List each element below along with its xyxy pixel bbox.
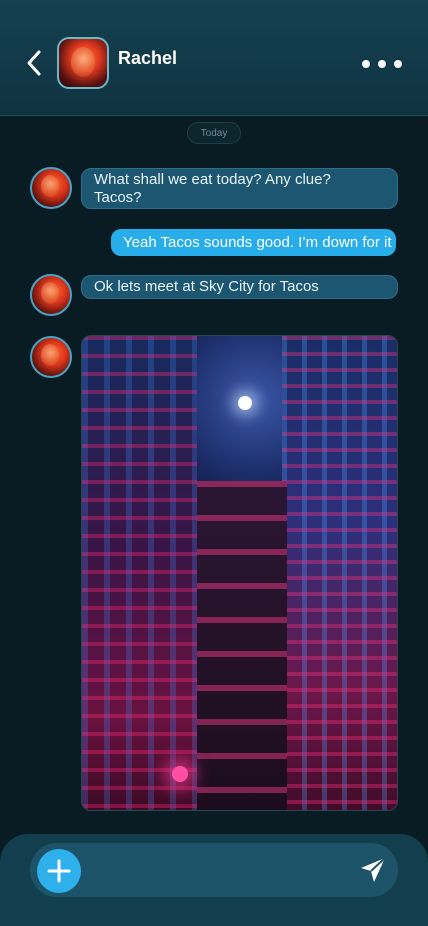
chevron-left-icon [27,50,41,76]
more-horizontal-icon [362,60,370,68]
message-text: Tacos? [94,188,142,206]
send-icon [361,857,386,882]
more-options-button[interactable] [362,54,402,74]
incoming-message: What shall we eat today? Any clue? Tacos… [81,168,398,209]
add-attachment-button[interactable] [37,849,81,893]
contact-name[interactable]: Rachel [118,48,177,69]
back-button[interactable] [22,46,46,80]
message-text: What shall we eat today? Any clue? [94,170,331,188]
contact-avatar[interactable] [57,37,109,89]
chat-header: Rachel [0,0,428,116]
image-message[interactable] [81,335,398,811]
message-text: Yeah Tacos sounds good. I’m down for it [123,233,392,251]
send-button[interactable] [356,853,390,887]
sender-avatar[interactable] [30,336,72,378]
sender-avatar[interactable] [30,274,72,316]
date-separator: Today [187,122,241,144]
incoming-message: Ok lets meet at Sky City for Tacos [81,275,398,299]
plus-icon [47,859,71,883]
moon [238,396,252,410]
message-text: Ok lets meet at Sky City for Tacos [94,278,319,295]
message-input[interactable] [90,852,340,888]
sender-avatar[interactable] [30,167,72,209]
outgoing-message: Yeah Tacos sounds good. I’m down for it [111,229,396,256]
